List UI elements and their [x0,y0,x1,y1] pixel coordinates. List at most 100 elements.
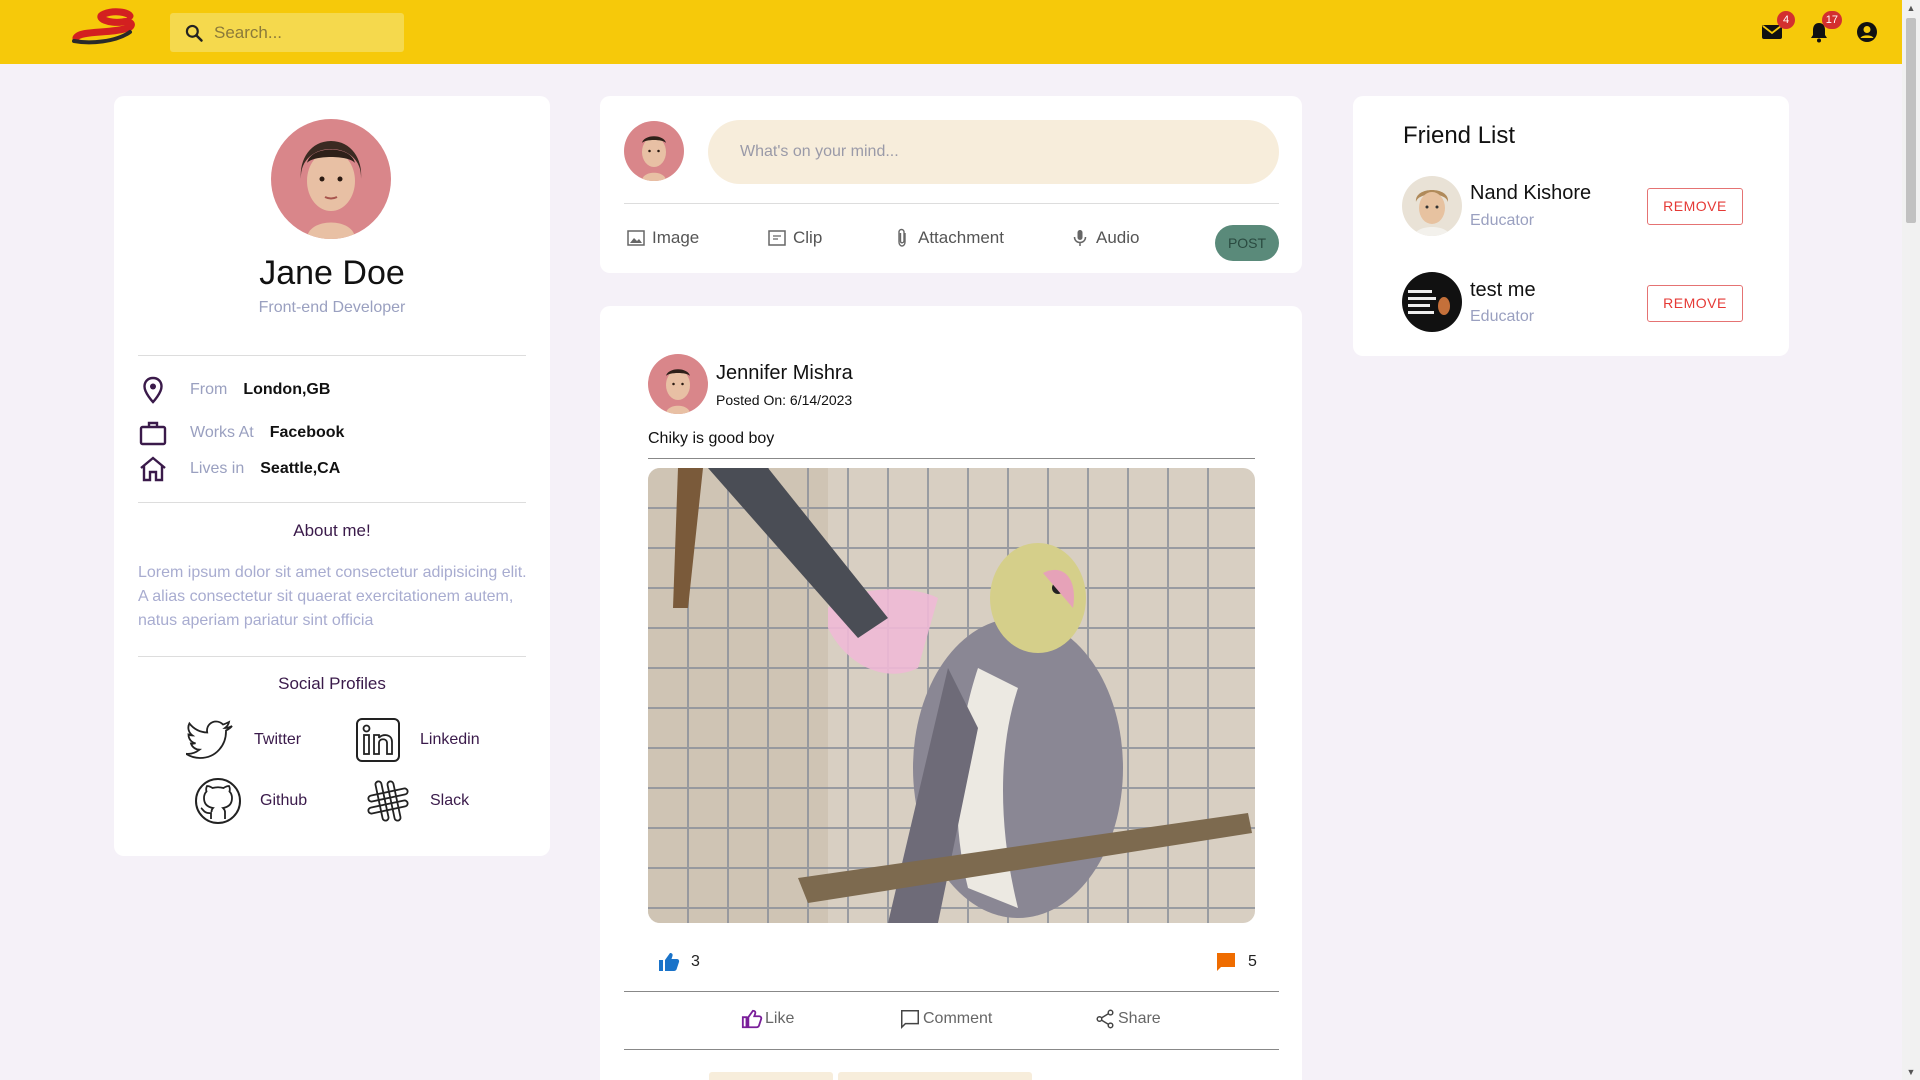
linkedin-icon [356,718,400,762]
info-row-lives-in: Lives in Seattle,CA [138,454,340,484]
post-author-name[interactable]: Jennifer Mishra [716,362,853,385]
info-label: Works At [190,424,254,441]
twitter-icon [186,720,233,759]
notifications-button[interactable]: 17 [1807,11,1842,44]
share-icon [1096,1009,1114,1029]
profile-name: Jane Doe [259,254,405,292]
like-label: Like [765,1010,795,1027]
composer-action-label: Attachment [918,228,1004,247]
composer-attachment-button[interactable]: Attachment [892,228,1004,248]
comment-count[interactable]: 5 [1214,950,1257,974]
divider [648,458,1255,459]
social-label: Slack [430,792,470,809]
briefcase-icon [139,421,167,446]
composer-action-label: Audio [1096,228,1140,247]
composer-action-label: Image [652,228,700,247]
thumbs-up-outline-icon [741,1009,763,1029]
composer-action-label: Clip [793,228,823,247]
remove-friend-button[interactable]: REMOVE [1647,188,1743,225]
divider [138,502,526,503]
info-label: From [190,381,228,398]
composer-image-button[interactable]: Image [626,228,699,248]
social-label: Twitter [254,731,302,748]
profile-role: Front-end Developer [258,299,406,316]
share-label: Share [1118,1010,1161,1027]
account-button[interactable] [1855,20,1879,44]
scrollbar-thumb[interactable] [1906,18,1916,223]
friend-avatar[interactable] [1402,176,1462,236]
microphone-icon [1073,230,1087,246]
friend-role: Educator [1470,212,1535,229]
github-icon [195,778,241,824]
comment-button[interactable]: Comment [899,1008,992,1030]
comment-filled-icon [1217,953,1235,971]
app-logo[interactable] [70,8,136,46]
profile-avatar[interactable] [271,119,391,239]
post-composer-card: Image Clip Attachment Audio POST [600,96,1302,273]
divider [138,355,526,356]
about-text: Lorem ipsum dolor sit amet consectetur a… [138,564,527,629]
share-button[interactable]: Share [1094,1008,1161,1030]
post-button[interactable]: POST [1215,225,1279,261]
social-link-linkedin[interactable]: Linkedin [352,714,480,766]
video-clip-icon [768,230,786,246]
info-row-works-at: Works At Facebook [138,418,344,448]
location-pin-icon [143,376,163,404]
messages-count-badge: 4 [1777,11,1795,29]
post-text: Chiky is good boy [648,430,775,447]
friend-list-title: Friend List [1403,122,1516,149]
image-icon [627,230,645,246]
home-icon [140,456,166,482]
social-label: Linkedin [420,731,480,748]
search-icon [185,24,203,42]
top-bar: 4 17 [0,0,1902,64]
divider [624,991,1279,992]
divider [138,656,526,657]
social-link-twitter[interactable]: Twitter [186,714,301,766]
composer-input[interactable] [708,120,1279,184]
divider [624,1049,1279,1050]
friend-avatar[interactable] [1402,272,1462,332]
comment-preview-block [709,1072,833,1080]
comment-preview-block [838,1072,1032,1080]
thumbs-up-filled-icon [659,953,680,971]
about-title: About me! [293,521,371,540]
composer-avatar[interactable] [624,121,684,181]
account-circle-icon [1857,22,1877,42]
search-box[interactable] [170,13,404,52]
messages-button[interactable]: 4 [1760,11,1795,44]
composer-clip-button[interactable]: Clip [767,228,822,248]
comment-outline-icon [901,1010,919,1030]
paperclip-icon [898,228,906,247]
info-value: Seattle,CA [260,460,341,477]
friend-name[interactable]: test me [1470,279,1536,302]
search-input[interactable] [214,22,394,43]
notifications-count-badge: 17 [1821,11,1842,29]
slack-icon [367,780,409,822]
info-value: London,GB [243,381,331,398]
scroll-up-arrow-icon[interactable]: ▲ [1902,0,1920,16]
social-profiles-title: Social Profiles [278,674,386,693]
post-date: Posted On: 6/14/2023 [716,392,853,408]
info-label: Lives in [190,460,245,477]
friend-name[interactable]: Nand Kishore [1470,182,1591,205]
info-value: Facebook [269,424,345,441]
like-count[interactable]: 3 [657,950,700,974]
social-link-github[interactable]: Github [192,775,307,827]
info-row-from: From London,GB [138,375,330,405]
comment-count-value: 5 [1248,953,1257,970]
page-scrollbar[interactable]: ▲ ▼ [1902,0,1920,1080]
like-button[interactable]: Like [741,1008,794,1030]
remove-friend-button[interactable]: REMOVE [1647,285,1743,322]
social-label: Github [260,792,308,809]
profile-card: Jane Doe Front-end Developer From London… [114,96,550,856]
scroll-down-arrow-icon[interactable]: ▼ [1902,1064,1920,1080]
comment-label: Comment [923,1010,993,1027]
post-image[interactable] [648,468,1255,923]
feed-post-card: Jennifer Mishra Posted On: 6/14/2023 Chi… [600,306,1302,1080]
divider [624,203,1279,204]
composer-audio-button[interactable]: Audio [1070,228,1139,248]
friend-role: Educator [1470,308,1535,325]
post-author-avatar[interactable] [648,354,708,414]
social-link-slack[interactable]: Slack [362,775,469,827]
